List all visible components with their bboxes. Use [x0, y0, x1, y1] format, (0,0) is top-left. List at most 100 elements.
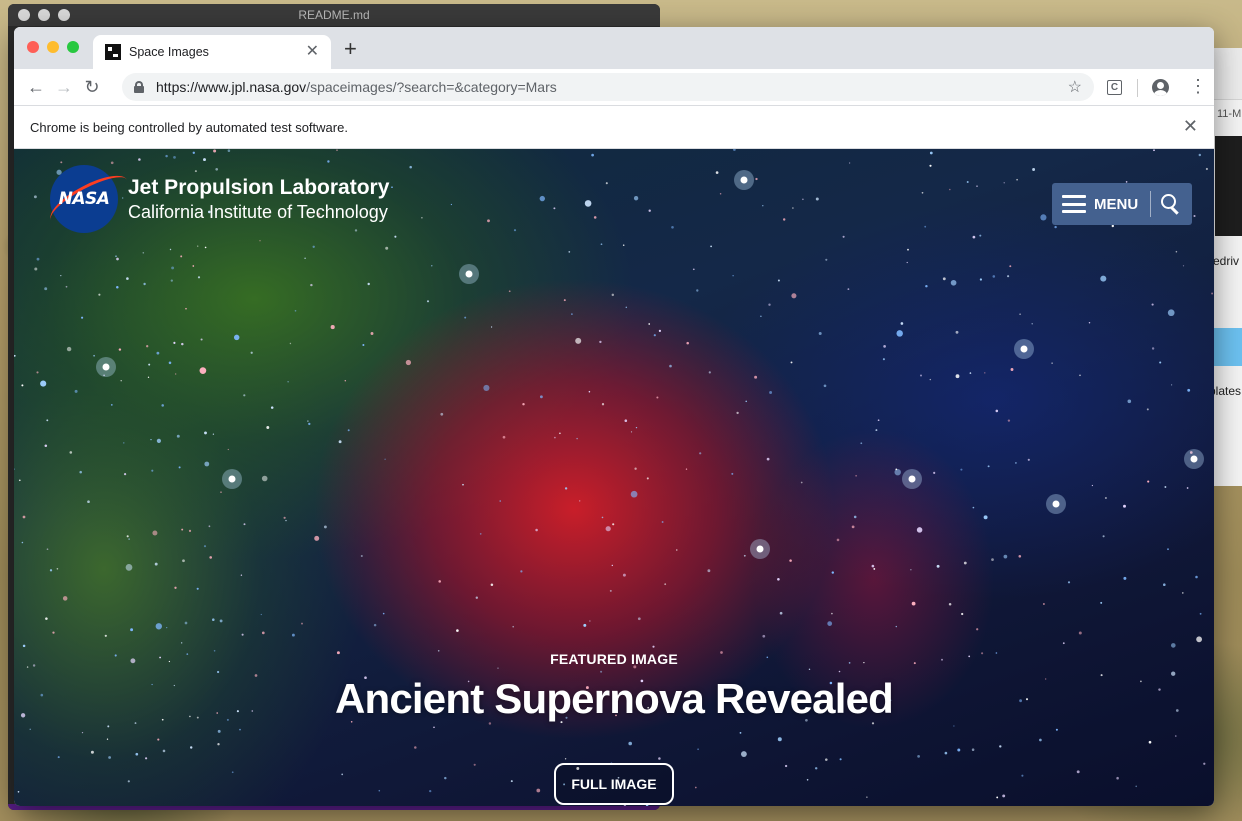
address-bar[interactable]: https://www.jpl.nasa.gov/spaceimages/?se… [122, 73, 1094, 101]
star-point [860, 442, 863, 445]
star-point [29, 728, 31, 730]
close-tab-icon[interactable]: ✕ [306, 44, 319, 60]
star-point [1195, 575, 1198, 579]
star-point [209, 556, 213, 559]
star-point [126, 535, 129, 538]
star-point [123, 472, 127, 476]
star-point [87, 500, 90, 504]
reload-icon[interactable]: ↻ [78, 73, 106, 101]
bookmark-star-icon[interactable]: ☆ [1068, 77, 1082, 97]
back-arrow-icon[interactable]: ← [22, 73, 50, 101]
star-point [883, 345, 886, 348]
star-point [513, 229, 517, 232]
star-point [995, 409, 999, 413]
star-point [979, 278, 983, 281]
star-point [836, 538, 840, 542]
star-point [171, 266, 175, 270]
star-point [520, 570, 523, 573]
star-point [512, 625, 514, 628]
star-point [630, 431, 633, 433]
star-point [791, 293, 797, 299]
star-point [847, 288, 850, 291]
star-point [1007, 419, 1011, 422]
search-icon[interactable] [1161, 194, 1181, 214]
star-point [1088, 322, 1091, 324]
star-point [873, 567, 876, 570]
star-point [609, 589, 612, 592]
zoom-dot-icon[interactable] [58, 9, 70, 21]
star-point [769, 391, 773, 394]
star-point [924, 225, 927, 228]
more-menu-icon[interactable]: ⋮ [1189, 77, 1207, 95]
star-point [310, 283, 313, 287]
star-point [414, 746, 417, 749]
star-point [479, 533, 482, 535]
star-point [1199, 612, 1202, 615]
menu-label: MENU [1094, 195, 1139, 213]
star-point [996, 796, 999, 799]
star-point [421, 217, 423, 219]
star-point [203, 158, 206, 162]
star-point [766, 457, 770, 461]
star-point [648, 209, 651, 212]
jpl-logo[interactable]: NASA Jet Propulsion Laboratory Californi… [43, 165, 389, 234]
star-point [554, 436, 556, 439]
star-point [156, 438, 161, 443]
star-point [227, 448, 229, 451]
close-window-icon[interactable] [27, 41, 39, 53]
minimize-dot-icon[interactable] [38, 9, 50, 21]
menu-button[interactable]: MENU [1052, 183, 1192, 225]
close-dot-icon[interactable] [18, 9, 30, 21]
star-point [188, 529, 192, 532]
star-point [1102, 535, 1105, 538]
star-point [906, 261, 908, 264]
infobar-close-icon[interactable]: ✕ [1183, 117, 1198, 135]
star-point [405, 359, 412, 366]
lock-icon[interactable] [134, 81, 144, 93]
star-point [44, 444, 48, 448]
star-point [239, 728, 241, 731]
star-point [699, 452, 702, 455]
star-point [130, 628, 134, 632]
fullscreen-window-icon[interactable] [67, 41, 79, 53]
star-point [261, 631, 265, 635]
star-point [231, 771, 234, 774]
star-point [637, 617, 641, 621]
star-point [715, 171, 719, 174]
star-point [192, 151, 195, 154]
new-tab-button[interactable]: + [344, 38, 357, 60]
star-point [576, 437, 578, 440]
minimize-window-icon[interactable] [47, 41, 59, 53]
star-point [370, 332, 374, 335]
star-point [22, 515, 26, 519]
star-point [156, 351, 160, 355]
star-point [128, 538, 130, 540]
star-point [719, 193, 722, 195]
star-point [1175, 250, 1178, 253]
featured-image-hero: NASA Jet Propulsion Laboratory Californi… [14, 149, 1214, 806]
star-point [1193, 214, 1196, 218]
url-text[interactable]: https://www.jpl.nasa.gov/spaceimages/?se… [156, 79, 1068, 95]
star-point [991, 558, 994, 561]
star-point [433, 726, 435, 729]
featured-title: Ancient Supernova Revealed [334, 675, 894, 722]
profile-icon[interactable] [1152, 79, 1169, 96]
star-point [1159, 361, 1162, 364]
star-point [976, 185, 978, 187]
tab-space-images[interactable]: Space Images ✕ [93, 35, 331, 69]
nasa-logo-text: NASA [58, 189, 110, 209]
star-point [308, 422, 311, 426]
full-image-button[interactable]: FULL IMAGE [554, 763, 674, 805]
star-point [93, 354, 95, 357]
tab-title: Space Images [129, 45, 209, 59]
forward-arrow-icon[interactable]: → [50, 73, 78, 101]
star-point [814, 767, 818, 770]
extension-icon[interactable]: C [1107, 80, 1122, 95]
star-point [323, 525, 327, 529]
star-point [154, 562, 158, 566]
url-path: /spaceimages/?search=&category=Mars [306, 79, 557, 95]
star-point [155, 623, 162, 630]
star-point [197, 245, 199, 247]
star-point [571, 313, 573, 315]
star-point [362, 343, 365, 347]
